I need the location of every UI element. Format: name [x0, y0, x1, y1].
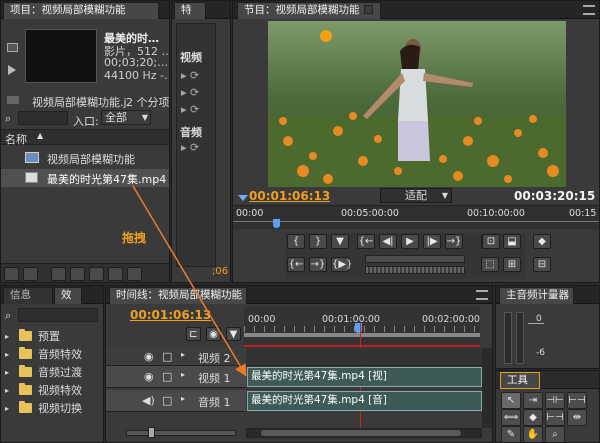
drag-annotation-label: 拖拽 — [122, 231, 147, 245]
drag-annotation-arrow — [132, 185, 247, 377]
